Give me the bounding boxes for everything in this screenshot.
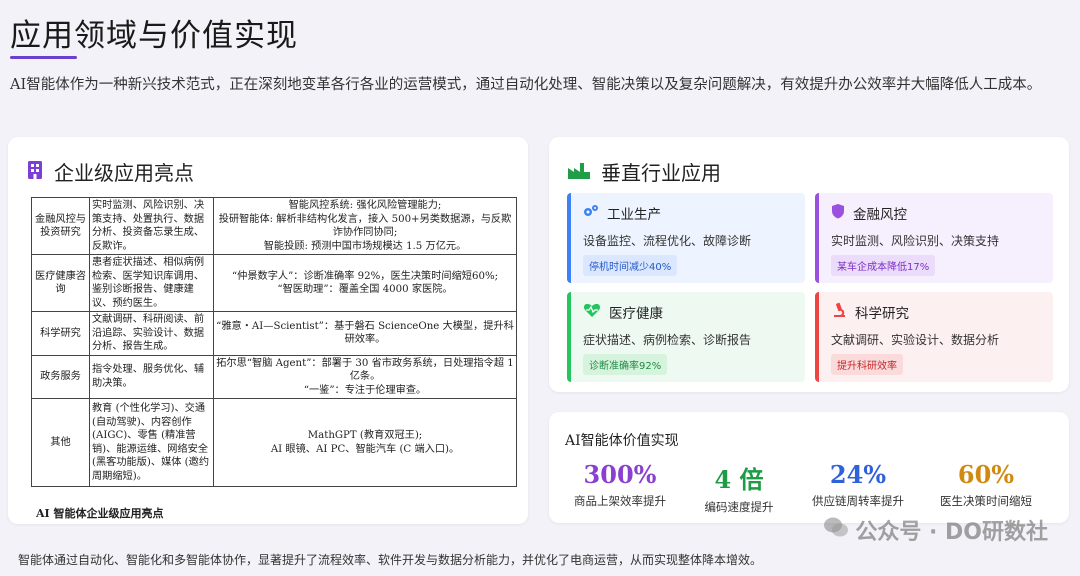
card-tag: 停机时间减少40% (583, 255, 678, 276)
row-field: 其他 (31, 398, 90, 487)
building-icon (26, 160, 44, 184)
card-tag: 某车企成本降低17% (831, 255, 936, 276)
intro-text: AI智能体作为一种新兴技术范式，正在深刻地变革各行各业的运营模式，通过自动化处理… (10, 77, 1042, 93)
card-title: 工业生产 (607, 207, 661, 223)
row-field: 金融风控与投资研究 (31, 197, 90, 255)
row-case: MathGPT (教育双冠王); AI 眼镜、AI PC、智能汽车 (C 端入口)… (213, 398, 517, 487)
card-desc: 症状描述、病例检索、诊断报告 (583, 333, 752, 347)
vertical-header: 垂直行业应用 (567, 157, 721, 186)
industry-card: 工业生产设备监控、流程优化、故障诊断停机时间减少40% (567, 193, 805, 283)
card-header: 科学研究 (831, 302, 1041, 322)
metrics-panel: AI智能体价值实现 300% 商品上架效率提升 4 倍编码速度提升 24% 供应链周转率… (549, 412, 1069, 523)
row-field: 政务服务 (31, 354, 90, 399)
row-case: 拓尔思“智脑 Agent”：部署于 30 省市政务系统，日处理指令超 1 亿条。… (213, 354, 517, 399)
metric-value: 24% (829, 460, 887, 489)
industry-card: 科学研究文献调研、实验设计、数据分析提升科研效率 (815, 292, 1053, 382)
row-case: “雅意・AI—Scientist”：基于磐石 ScienceOne 大模型，提升… (213, 311, 517, 356)
card-desc: 文献调研、实验设计、数据分析 (831, 333, 1000, 347)
metric-value: 60% (957, 460, 1015, 489)
row-tasks: 文献调研、科研阅读、前沿追踪、实验设计、数据分析、报告生成。 (89, 311, 214, 356)
page-title: 应用领域与价值实现 (10, 18, 298, 54)
metric-item: 24% 供应链周转率提升 (798, 460, 918, 509)
card-header: 工业生产 (583, 203, 793, 223)
card-title: 科学研究 (855, 306, 909, 322)
footer-text: 智能体通过自动化、智能化和多智能体协作，显著提升了流程效率、软件开发与数据分析能… (18, 553, 763, 567)
card-title: 医疗健康 (609, 306, 663, 322)
table-row: 医疗健康咨询 患者症状描述、相似病例检索、医学知识库调用、鉴别诊断报告、健康建议、… (31, 254, 517, 312)
row-tasks: 指令处理、服务优化、辅助决策。 (89, 354, 214, 399)
metric-item: 300% 商品上架效率提升 (560, 460, 680, 509)
card-desc: 实时监测、风险识别、决策支持 (831, 234, 1000, 248)
card-header: 金融风控 (831, 203, 1041, 223)
table-caption: AI 智能体企业级应用亮点 (36, 507, 164, 520)
table-row: 其他 教育 (个性化学习)、交通 (自动驾驶)、内容创作 (AIGC)、零售 (精… (31, 398, 517, 487)
enterprise-header: 企业级应用亮点 (26, 157, 194, 186)
card-title: 金融风控 (853, 207, 907, 223)
heart-pulse-icon (583, 302, 601, 322)
vertical-panel: 垂直行业应用 工业生产 设备监控、流程优化、故障诊断 停机时间减少40% 金融风控 实时… (549, 137, 1069, 392)
industry-card: 金融风控实时监测、风险识别、决策支持某车企成本降低17% (815, 193, 1053, 283)
wechat-icon (823, 516, 849, 544)
metric-item: 60% 医生决策时间缩短 (926, 460, 1046, 509)
row-tasks: 患者症状描述、相似病例检索、医学知识库调用、鉴别诊断报告、健康建议、预约医生。 (89, 254, 214, 312)
title-underline (10, 56, 77, 59)
metric-label: 编码速度提升 (704, 500, 774, 514)
row-tasks: 教育 (个性化学习)、交通 (自动驾驶)、内容创作 (AIGC)、零售 (精准营… (89, 398, 214, 487)
table-row: 金融风控与投资研究 实时监测、风险识别、决策支持、处置执行、数据分析、投资备忘录生… (31, 197, 517, 255)
metric-value: 4 倍 (714, 465, 764, 494)
enterprise-panel: 企业级应用亮点 金融风控与投资研究 实时监测、风险识别、决策支持、处置执行、数据分… (8, 137, 528, 524)
row-case: “仲景数字人”：诊断准确率 92%，医生决策时间缩短60%; “智医助理”：覆盖全… (213, 254, 517, 312)
watermark: 公众号 · DO研数社 (823, 514, 1048, 546)
industry-card: 医疗健康症状描述、病例检索、诊断报告诊断准确率92% (567, 292, 805, 382)
row-field: 医疗健康咨询 (31, 254, 90, 312)
metric-label: 商品上架效率提升 (574, 494, 666, 508)
row-case: 智能风控系统: 强化风险管理能力; 投研智能体: 解析非结构化发言，接入 500+… (213, 197, 517, 255)
metric-item: 4 倍编码速度提升 (679, 460, 799, 515)
card-tag: 提升科研效率 (831, 354, 903, 375)
vertical-title: 垂直行业应用 (601, 161, 721, 185)
metric-value: 300% (583, 460, 657, 489)
factory-icon (567, 160, 591, 184)
row-field: 科学研究 (31, 311, 90, 356)
metrics-title: AI智能体价值实现 (565, 433, 679, 449)
card-header: 医疗健康 (583, 302, 793, 322)
card-desc: 设备监控、流程优化、故障诊断 (583, 234, 752, 248)
shield-icon (831, 203, 845, 223)
table-row: 政务服务 指令处理、服务优化、辅助决策。 拓尔思“智脑 Agent”：部署于 30 … (31, 354, 517, 399)
watermark-text: 公众号 · DO研数社 (855, 520, 1048, 545)
enterprise-table: 金融风控与投资研究 实时监测、风险识别、决策支持、处置执行、数据分析、投资备忘录生… (31, 197, 517, 487)
row-tasks: 实时监测、风险识别、决策支持、处置执行、数据分析、投资备忘录生成、反欺诈。 (89, 197, 214, 255)
gears-icon (583, 204, 599, 222)
metric-label: 供应链周转率提升 (812, 494, 904, 508)
table-row: 科学研究 文献调研、科研阅读、前沿追踪、实验设计、数据分析、报告生成。 “雅意・AI… (31, 311, 517, 356)
card-tag: 诊断准确率92% (583, 354, 668, 375)
enterprise-title: 企业级应用亮点 (54, 161, 194, 185)
metric-label: 医生决策时间缩短 (940, 494, 1032, 508)
microscope-icon (831, 302, 847, 322)
